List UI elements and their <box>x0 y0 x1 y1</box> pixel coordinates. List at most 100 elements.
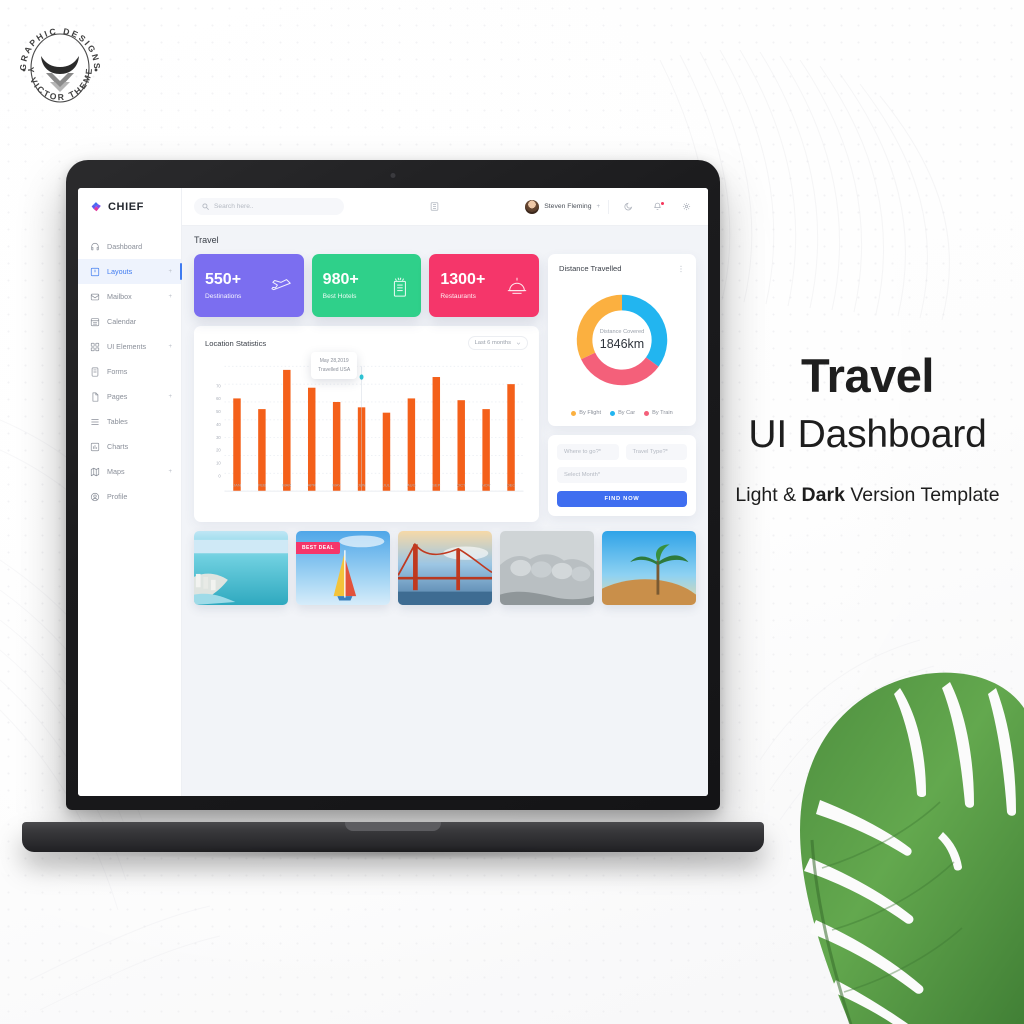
svg-text:JUL: JUL <box>383 482 391 487</box>
brand-logo[interactable]: CHIEF <box>78 188 181 226</box>
calendar-icon <box>90 317 100 326</box>
chief-logo-icon <box>91 201 101 211</box>
find-trip-card: Where to go?* Travel Type?* Select Month… <box>548 435 696 516</box>
svg-text:10: 10 <box>216 461 221 466</box>
layout-icon <box>90 267 100 276</box>
left-column: 550+ Destinations 980+ Best Hotels 1300+ Rest… <box>194 254 540 522</box>
date-range-dropdown[interactable]: Last 6 months <box>467 336 528 350</box>
svg-text:MAY: MAY <box>332 482 341 487</box>
stat-number: 980+ <box>322 270 359 288</box>
svg-text:50: 50 <box>216 409 221 414</box>
settings-button[interactable] <box>677 202 696 211</box>
legend-item-by-car[interactable]: By Car <box>610 410 635 416</box>
destination-image <box>398 531 492 605</box>
svg-text:APR: APR <box>308 482 316 487</box>
svg-text:JAN: JAN <box>233 482 241 487</box>
distance-card-title: Distance Travelled <box>559 264 622 273</box>
stat-caption: Best Hotels <box>322 292 357 300</box>
moon-icon <box>624 202 633 211</box>
legend-item-by-flight[interactable]: By Flight <box>571 410 601 416</box>
sidebar-item-pages[interactable]: Pages + <box>78 384 181 409</box>
distance-travelled-card: Distance Travelled Distance Covered 1846… <box>548 254 696 426</box>
destination-card-palm-beach[interactable] <box>602 531 696 605</box>
stat-card-destinations[interactable]: 550+ Destinations <box>194 254 304 317</box>
stat-card-restaurants[interactable]: 1300+ Restaurants <box>429 254 540 317</box>
destination-card-coastal-city[interactable] <box>194 531 288 605</box>
stat-card-list: 550+ Destinations 980+ Best Hotels 1300+ Rest… <box>194 254 540 317</box>
sidebar-item-label: Profile <box>107 492 128 501</box>
svg-text:60: 60 <box>216 396 221 401</box>
stat-number: 1300+ <box>440 270 486 288</box>
date-range-label: Last 6 months <box>474 340 511 346</box>
svg-text:40: 40 <box>216 422 221 427</box>
kebab-menu-icon[interactable] <box>677 265 685 273</box>
promo-line-3-post: Version Template <box>844 484 1000 506</box>
legend-item-by-train[interactable]: By Train <box>644 410 673 416</box>
sidebar-item-label: Layouts <box>107 267 133 276</box>
stat-caption: Destinations <box>205 292 242 300</box>
donut-center-value: 1846km <box>599 337 645 351</box>
user-menu[interactable]: Steven Fleming + <box>525 199 609 214</box>
search-input[interactable]: Search here.. <box>194 198 344 215</box>
dark-mode-toggle[interactable] <box>619 202 638 211</box>
grid-icon <box>430 202 439 211</box>
legend-label: By Train <box>652 410 673 416</box>
sidebar-item-label: Pages <box>107 392 128 401</box>
form-icon <box>91 366 99 377</box>
sidebar-item-caret: + <box>168 468 172 475</box>
destination-card-mount-rushmore[interactable] <box>500 531 594 605</box>
svg-text:30: 30 <box>216 435 221 440</box>
sidebar-item-calendar[interactable]: Calendar <box>78 309 181 334</box>
legend-label: By Car <box>618 410 636 416</box>
brand-name: CHIEF <box>108 201 144 213</box>
search-icon <box>202 203 209 210</box>
location-statistics-card: Location Statistics Last 6 months 0 10 2… <box>194 326 539 522</box>
svg-text:20: 20 <box>216 448 221 453</box>
table-icon <box>91 418 99 425</box>
svg-text:FEB: FEB <box>258 482 266 487</box>
stat-card-best-hotels[interactable]: 980+ Best Hotels <box>311 254 422 317</box>
sidebar-item-caret: + <box>168 293 172 300</box>
sidebar-item-caret: + <box>168 393 172 400</box>
sidebar-item-layouts[interactable]: Layouts + <box>78 259 182 284</box>
avatar <box>525 199 540 214</box>
destination-card-golden-gate[interactable] <box>398 531 492 605</box>
laptop-mockup: CHIEF Dashboard Layouts + Mailbox + Calendar U… <box>22 160 764 860</box>
ui-elements-icon <box>90 342 100 351</box>
find-now-button[interactable]: FIND NOW <box>557 491 687 507</box>
destination-card-sailboat[interactable]: BEST DEAL <box>296 531 390 605</box>
travel-type-field[interactable]: Travel Type?* <box>625 444 687 460</box>
svg-text:NOV: NOV <box>482 482 491 487</box>
sidebar-item-label: Dashboard <box>107 242 143 251</box>
stamp-top-text: GRAPHIC DESIGNS <box>18 26 100 71</box>
sidebar-item-tables[interactable]: Tables <box>78 409 181 434</box>
bar-chart-labels: 0 10 20 30 40 50 60 70 JAN FEB MAR APR MAY JUN JUL AUG S… <box>216 383 515 487</box>
svg-text:70: 70 <box>216 383 221 388</box>
sidebar-item-mailbox[interactable]: Mailbox + <box>78 284 181 309</box>
notifications-button[interactable] <box>648 202 667 211</box>
donut-chart: Distance Covered 1846km <box>559 273 685 407</box>
donut-center-label: Distance Covered <box>599 329 645 335</box>
sidebar-item-forms[interactable]: Forms <box>78 359 181 384</box>
stat-text: 980+ Best Hotels <box>322 270 359 300</box>
apps-grid-button[interactable] <box>430 202 439 211</box>
sidebar-item-charts[interactable]: Charts <box>78 434 181 459</box>
stat-caption: Restaurants <box>440 292 476 300</box>
destination-image <box>500 531 594 605</box>
legend-label: By Flight <box>579 410 602 416</box>
sidebar-item-dashboard[interactable]: Dashboard <box>78 234 181 259</box>
mail-icon <box>90 293 100 300</box>
sidebar-item-ui-elements[interactable]: UI Elements + <box>78 334 181 359</box>
legend-color-swatch <box>644 410 650 416</box>
select-month-field[interactable]: Select Month* <box>557 467 687 483</box>
svg-text:JUN: JUN <box>358 482 366 487</box>
legend-color-swatch <box>610 410 616 416</box>
sidebar-item-maps[interactable]: Maps + <box>78 459 181 484</box>
svg-text:OCT: OCT <box>457 482 466 487</box>
chevron-down-icon <box>516 341 521 345</box>
laptop-shadow <box>62 846 724 860</box>
page-body: Travel 550+ Destinations 980+ Best Hotels 13… <box>182 226 708 796</box>
where-to-go-field[interactable]: Where to go?* <box>557 444 619 460</box>
sidebar-item-profile[interactable]: Profile <box>78 484 181 509</box>
donut-legend: By Flight By Car By Train <box>559 407 685 416</box>
